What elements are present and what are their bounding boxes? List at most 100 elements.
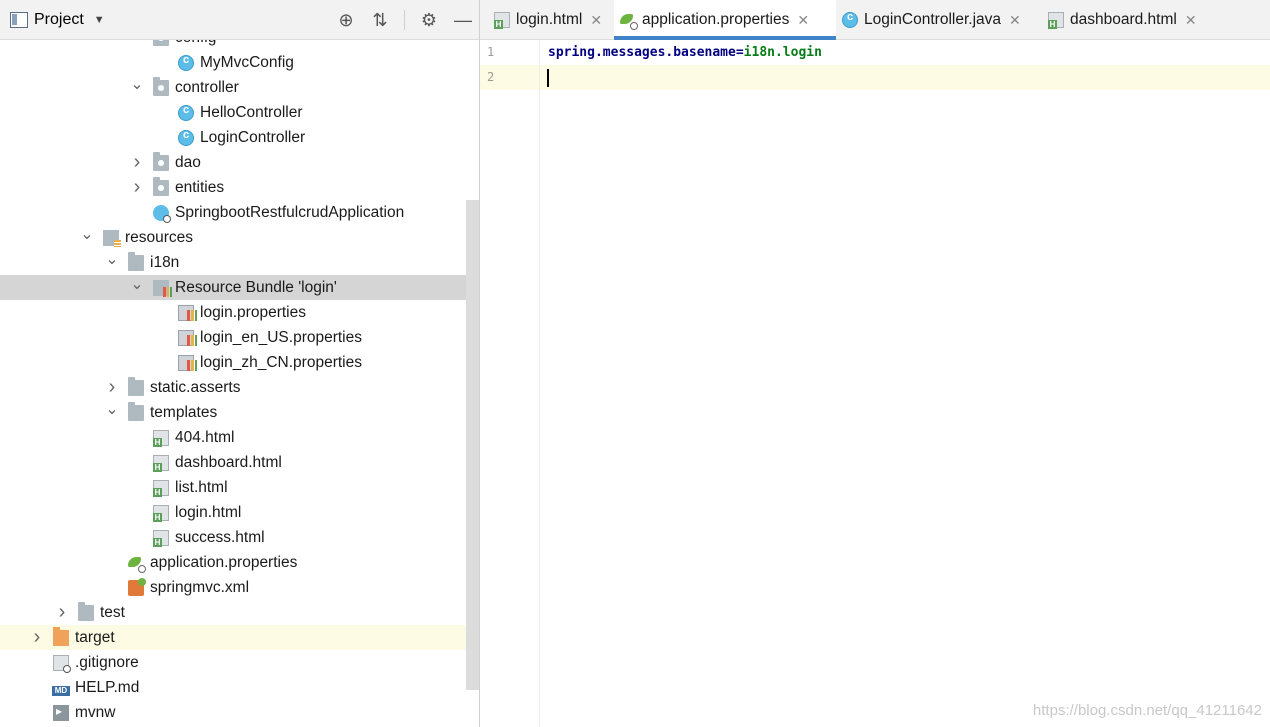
tree-item[interactable]: success.html: [0, 525, 466, 550]
tree-item[interactable]: ⌄ controller: [0, 75, 466, 100]
tree-item[interactable]: › static.asserts: [0, 375, 466, 400]
close-icon[interactable]: ✕: [1009, 12, 1021, 29]
property-value: i18n.login: [743, 45, 822, 60]
tree-item-label: i18n: [150, 253, 180, 271]
tree-item[interactable]: ⌄ config: [0, 40, 466, 50]
editor-tab[interactable]: login.html ✕: [488, 0, 612, 40]
editor-tab[interactable]: dashboard.html ✕: [1042, 0, 1218, 40]
expand-arrow-icon[interactable]: ⌄: [130, 40, 144, 46]
spring-app-class-icon: [153, 204, 171, 223]
tree-item[interactable]: list.html: [0, 475, 466, 500]
minimize-icon[interactable]: —: [453, 10, 473, 31]
close-icon[interactable]: ✕: [1185, 12, 1197, 29]
html-file-icon: [153, 504, 169, 522]
tree-item[interactable]: login_en_US.properties: [0, 325, 466, 350]
close-icon[interactable]: ✕: [797, 12, 809, 29]
tree-item[interactable]: › test: [0, 600, 466, 625]
tree-item[interactable]: ⌄ resources: [0, 225, 466, 250]
tree-item-label: HelloController: [200, 103, 303, 121]
tree-item-label: springmvc.xml: [150, 578, 250, 596]
tree-item[interactable]: ⌄ Resource Bundle 'login': [0, 275, 466, 300]
html-file-icon: [153, 479, 169, 497]
folder-icon: [78, 601, 94, 621]
tree-item-label: controller: [175, 78, 239, 96]
collapse-arrow-icon[interactable]: ›: [130, 150, 144, 175]
resource-bundle-icon: [153, 279, 172, 297]
tree-item-label: templates: [150, 403, 218, 421]
tree-item[interactable]: mvnw: [0, 700, 466, 725]
folder-icon: [128, 251, 144, 271]
tree-item[interactable]: login.html: [0, 500, 466, 525]
tree-item[interactable]: MyMvcConfig: [0, 50, 466, 75]
tree-item[interactable]: .gitignore: [0, 650, 466, 675]
tree-item-label: target: [75, 628, 115, 646]
folder-icon: [128, 401, 144, 421]
tree-item-label: login.properties: [200, 303, 306, 321]
tree-item[interactable]: application.properties: [0, 550, 466, 575]
tree-item-label: config: [175, 40, 216, 47]
expand-arrow-icon[interactable]: ⌄: [105, 246, 119, 271]
java-class-icon: [178, 129, 194, 146]
tree-item-label: application.properties: [150, 553, 298, 571]
tree-item-label: static.asserts: [150, 378, 241, 396]
editor-tab-bar: login.html✕application.properties✕LoginC…: [480, 0, 1270, 40]
project-panel: Project ▼ ⊕ ⇅ ⚙ — ⌄configMyMvcConfig⌄con…: [0, 0, 479, 727]
spring-properties-icon: [620, 12, 638, 30]
collapse-arrow-icon[interactable]: ›: [55, 600, 69, 625]
tree-item-label: test: [100, 603, 125, 621]
tree-item-label: SpringbootRestfulcrudApplication: [175, 203, 405, 221]
tab-label: LoginController.java: [864, 11, 1002, 28]
tree-item[interactable]: › dao: [0, 150, 466, 175]
expand-arrow-icon[interactable]: ⌄: [130, 71, 144, 96]
tree-item-label: success.html: [175, 528, 265, 546]
spring-properties-icon: [128, 555, 146, 573]
close-icon[interactable]: ✕: [590, 12, 602, 29]
tree-item[interactable]: SpringbootRestfulcrudApplication: [0, 200, 466, 225]
project-panel-title: Project: [34, 10, 84, 28]
collapse-arrow-icon[interactable]: ›: [30, 625, 44, 650]
line-number-gutter: 1 2: [480, 40, 540, 727]
target-folder-icon: [53, 626, 69, 646]
toolbar-separator: [404, 10, 405, 30]
editor-tab[interactable]: LoginController.java ✕: [836, 0, 1038, 40]
expand-arrow-icon[interactable]: ⌄: [105, 396, 119, 421]
tree-item[interactable]: LoginController: [0, 125, 466, 150]
package-folder-icon: [153, 176, 169, 196]
tree-item[interactable]: › entities: [0, 175, 466, 200]
gear-icon[interactable]: ⚙: [419, 10, 439, 31]
collapse-arrow-icon[interactable]: ›: [130, 175, 144, 200]
tree-scrollbar[interactable]: [466, 200, 479, 690]
watermark: https://blog.csdn.net/qq_41211642: [1032, 702, 1262, 719]
expand-arrow-icon[interactable]: ⌄: [80, 221, 94, 246]
project-icon: [10, 11, 28, 28]
locate-icon[interactable]: ⊕: [336, 10, 356, 31]
tree-item[interactable]: ⌄ templates: [0, 400, 466, 425]
tree-item[interactable]: 404.html: [0, 425, 466, 450]
tree-item-label: mvnw: [75, 703, 116, 721]
tree-item[interactable]: dashboard.html: [0, 450, 466, 475]
editor-tab[interactable]: application.properties ✕: [614, 0, 836, 40]
tree-item[interactable]: login_zh_CN.properties: [0, 350, 466, 375]
package-folder-icon: [153, 151, 169, 171]
collapse-icon[interactable]: ⇅: [370, 10, 390, 31]
expand-arrow-icon[interactable]: ⌄: [130, 271, 144, 296]
tree-item[interactable]: › target: [0, 625, 466, 650]
html-file-icon: [1048, 12, 1064, 29]
html-file-icon: [153, 529, 169, 547]
tree-item[interactable]: springmvc.xml: [0, 575, 466, 600]
resources-folder-icon: [103, 229, 121, 247]
code-editor[interactable]: spring.messages.basename=i18n.login: [540, 40, 1270, 727]
tree-item-label: entities: [175, 178, 225, 196]
package-folder-icon: [153, 40, 169, 46]
tree-item[interactable]: HelloController: [0, 100, 466, 125]
tree-item[interactable]: login.properties: [0, 300, 466, 325]
xml-file-icon: [128, 577, 146, 596]
current-code-line[interactable]: [540, 65, 1270, 90]
project-view-selector[interactable]: Project ▼: [10, 11, 105, 29]
code-line[interactable]: spring.messages.basename=i18n.login: [540, 40, 1270, 65]
package-folder-icon: [153, 76, 169, 96]
tree-item[interactable]: HELP.md: [0, 675, 466, 700]
tree-item-label: .gitignore: [75, 653, 139, 671]
tree-item[interactable]: ⌄ i18n: [0, 250, 466, 275]
java-class-icon: [178, 104, 194, 121]
